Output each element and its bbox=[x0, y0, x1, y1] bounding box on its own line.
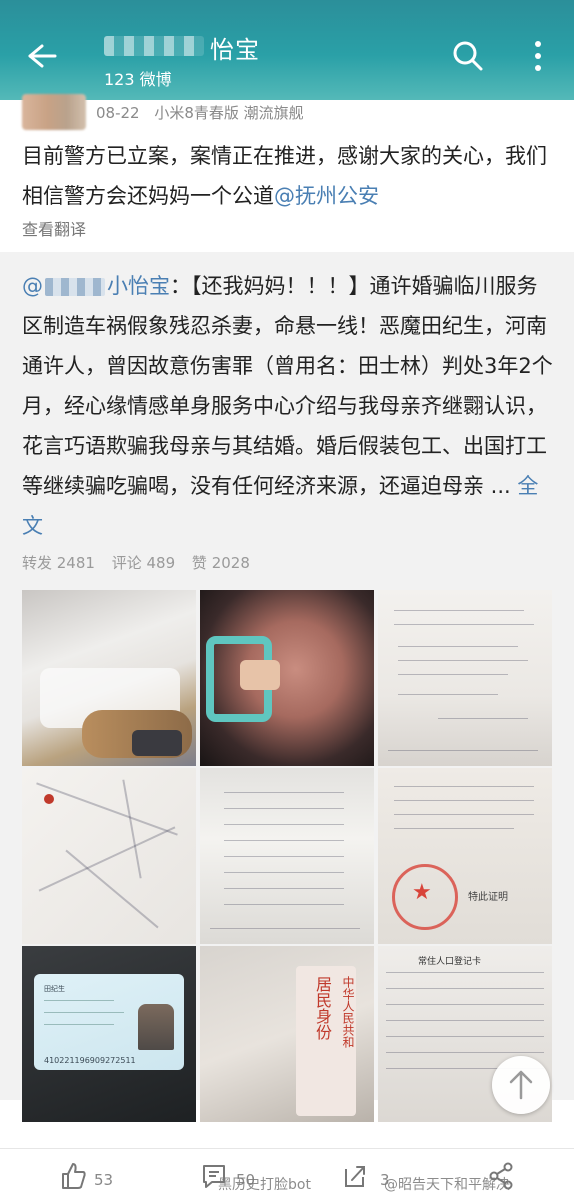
star-icon: ★ bbox=[412, 880, 432, 905]
translate-link[interactable]: 查看翻译 bbox=[22, 216, 86, 240]
page-subtitle: 123 微博 bbox=[104, 70, 172, 89]
blurred-username bbox=[104, 36, 204, 56]
id-card: 田纪生 410221196909272511 bbox=[34, 974, 184, 1070]
post-date: 08-22 bbox=[96, 104, 140, 122]
top-bar: 怡宝 123 微博 bbox=[0, 0, 574, 100]
like-count-bottom: 53 bbox=[94, 1171, 114, 1189]
photo-certificate[interactable]: ★ 特此证明 bbox=[378, 768, 552, 944]
forward-count: 转发 2481 bbox=[22, 554, 95, 572]
watermark-left: 黑历史打脸bot bbox=[218, 1177, 311, 1193]
repost-stats: 转发 2481 评论 489 赞 2028 bbox=[22, 552, 262, 573]
page-title: 怡宝 bbox=[210, 36, 260, 64]
photo-document-1[interactable] bbox=[378, 590, 552, 766]
residence-country: 中华人民共和 bbox=[341, 976, 355, 1048]
certificate-text: 特此证明 bbox=[468, 892, 508, 903]
post-device: 小米8青春版 潮流旗舰 bbox=[154, 104, 304, 122]
photo-id-card[interactable]: 田纪生 410221196909272511 bbox=[22, 946, 196, 1122]
arrow-up-icon bbox=[509, 1070, 533, 1100]
mention-link[interactable]: @抚州公安 bbox=[274, 184, 379, 208]
blurred-repost-user bbox=[45, 278, 105, 296]
repost-user[interactable]: 小怡宝 bbox=[107, 274, 170, 298]
photo-residence-card[interactable]: 居民身份 中华人民共和 bbox=[200, 946, 374, 1122]
post-text: 目前警方已立案，案情正在推进，感谢大家的关心，我们相信警方会还妈妈一个公道@抚州… bbox=[22, 136, 552, 216]
like-icon[interactable] bbox=[60, 1161, 86, 1191]
residence-title: 居民身份 bbox=[313, 976, 332, 1040]
id-photo bbox=[138, 1004, 174, 1050]
photo-handwritten-note[interactable] bbox=[22, 768, 196, 944]
repost-icon[interactable] bbox=[342, 1161, 368, 1191]
avatar[interactable] bbox=[22, 94, 86, 130]
search-icon[interactable] bbox=[452, 40, 484, 72]
like-count: 赞 2028 bbox=[191, 554, 250, 572]
register-title: 常住人口登记卡 bbox=[418, 957, 482, 967]
photo-document-list[interactable] bbox=[200, 768, 374, 944]
more-options-icon[interactable] bbox=[530, 38, 546, 74]
scroll-to-top-button[interactable] bbox=[492, 1056, 550, 1114]
post-meta: 08-22 小米8青春版 潮流旗舰 bbox=[96, 102, 314, 123]
comment-count: 评论 489 bbox=[111, 554, 176, 572]
watermark-right: @昭告天下和平解决 bbox=[384, 1177, 510, 1193]
photo-hospital-bed[interactable] bbox=[22, 590, 196, 766]
repost-body: ：【还我妈妈！！！】通许婚骗临川服务区制造车祸假象残忍杀妻，命悬一线！恶魔田纪生… bbox=[22, 274, 553, 498]
repost-text: @ 小怡宝：【还我妈妈！！！】通许婚骗临川服务区制造车祸假象残忍杀妻，命悬一线！恶… bbox=[22, 266, 558, 546]
repost-at[interactable]: @ bbox=[22, 274, 43, 298]
back-arrow-icon[interactable] bbox=[22, 38, 58, 74]
photo-injured-face[interactable] bbox=[200, 590, 374, 766]
